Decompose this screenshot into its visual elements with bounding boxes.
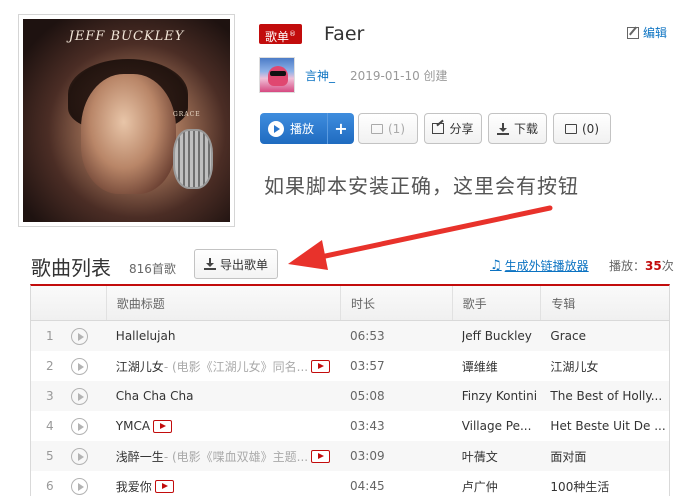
row-index: 2 <box>46 359 54 373</box>
col-title: 歌曲标题 <box>105 286 340 320</box>
song-title[interactable]: 浅醉一生 <box>116 448 164 465</box>
outlink-label: 生成外链播放器 <box>504 259 589 273</box>
table-row: 3 Cha Cha Cha 05:08 Finzy Kontini The Best o… <box>31 381 669 411</box>
row-index: 6 <box>46 479 54 493</box>
artist-cell: Finzy Kontini <box>452 381 541 411</box>
title-cell: 我爱你 <box>106 471 340 496</box>
table-row: 4 YMCA 03:43 Village Pe... Het Beste Uit De … <box>31 411 669 441</box>
play-count-value: 35 <box>645 259 662 273</box>
album-cell: Grace <box>540 321 669 351</box>
row-index: 5 <box>46 449 54 463</box>
duration-cell: 03:09 <box>350 449 385 463</box>
album-link[interactable]: 100种生活 <box>550 478 609 495</box>
song-alias: - (电影《江湖儿女》同名... <box>163 359 309 374</box>
album-link[interactable]: Het Beste Uit De ... <box>550 419 665 433</box>
play-song-icon[interactable] <box>70 357 88 375</box>
play-count-unit: 次 <box>661 259 674 273</box>
title-cell: 江湖儿女 - (电影《江湖儿女》同名... <box>106 351 340 381</box>
artist-cell: 叶蒨文 <box>452 441 541 471</box>
play-song-icon[interactable] <box>70 327 88 345</box>
play-count: 播放：35次 <box>609 257 674 274</box>
title-cell: 浅醉一生 - (电影《喋血双雄》主题... <box>106 441 340 471</box>
song-table: 歌曲标题 时长 歌手 专辑 1 Hallelujah 06:53 Jeff Buckl… <box>30 284 670 496</box>
duration-cell: 04:45 <box>350 479 385 493</box>
export-label: 导出歌单 <box>219 257 268 272</box>
song-list-title: 歌曲列表 <box>31 256 111 280</box>
song-count: 816首歌 <box>129 262 176 276</box>
album-link[interactable]: The Best of Holly... <box>550 389 662 403</box>
song-title[interactable]: YMCA <box>116 419 150 433</box>
play-count-label: 播放： <box>609 259 646 273</box>
annotation-arrow-head <box>288 240 328 270</box>
table-row: 1 Hallelujah 06:53 Jeff Buckley Grace <box>31 321 669 351</box>
song-alias: - (电影《喋血双雄》主题... <box>163 449 309 464</box>
album-link[interactable]: 江湖儿女 <box>550 358 598 375</box>
col-artist: 歌手 <box>451 286 541 320</box>
title-cell: Hallelujah <box>106 321 340 351</box>
mv-icon[interactable] <box>153 419 173 433</box>
song-title[interactable]: Hallelujah <box>116 329 176 343</box>
album-cell: The Best of Holly... <box>540 381 669 411</box>
play-song-icon[interactable] <box>70 417 88 435</box>
table-row: 5 浅醉一生 - (电影《喋血双雄》主题... 03:09 叶蒨文 面对面 <box>31 441 669 471</box>
artist-cell: 卢广仲 <box>452 471 541 496</box>
title-cell: YMCA <box>106 411 340 441</box>
index-cell: 1 <box>31 321 106 351</box>
artist-link[interactable]: Village Pe... <box>462 419 532 433</box>
duration-cell: 06:53 <box>350 329 385 343</box>
duration-cell: 03:43 <box>350 419 385 433</box>
index-cell: 6 <box>31 471 106 496</box>
artist-link[interactable]: 叶蒨文 <box>462 448 498 465</box>
play-song-icon[interactable] <box>70 477 88 495</box>
table-body: 1 Hallelujah 06:53 Jeff Buckley Grace 2 江湖儿女 -… <box>31 321 669 496</box>
generate-outlink-player-link[interactable]: ♫ 生成外链播放器 <box>490 257 589 274</box>
song-title[interactable]: 江湖儿女 <box>116 358 164 375</box>
artist-link[interactable]: 卢广仲 <box>462 478 498 495</box>
album-link[interactable]: 面对面 <box>550 448 586 465</box>
album-cell: 面对面 <box>540 441 669 471</box>
artist-link[interactable]: Finzy Kontini <box>462 389 537 403</box>
album-cell: 100种生活 <box>540 471 669 496</box>
col-album: 专辑 <box>540 286 669 320</box>
table-header: 歌曲标题 时长 歌手 专辑 <box>31 286 669 321</box>
song-title[interactable]: 我爱你 <box>116 478 152 495</box>
index-cell: 3 <box>31 381 106 411</box>
mv-icon[interactable] <box>311 359 331 373</box>
album-cell: 江湖儿女 <box>540 351 669 381</box>
table-row: 6 我爱你 04:45 卢广仲 100种生活 <box>31 471 669 496</box>
table-row: 2 江湖儿女 - (电影《江湖儿女》同名... 03:57 谭维维 江湖儿女 <box>31 351 669 381</box>
annotation-arrow-shaft <box>313 205 553 261</box>
index-cell: 5 <box>31 441 106 471</box>
mv-icon[interactable] <box>311 449 331 463</box>
album-link[interactable]: Grace <box>550 329 586 343</box>
artist-cell: 谭维维 <box>452 351 541 381</box>
export-playlist-button[interactable]: 导出歌单 <box>194 249 278 279</box>
export-icon <box>203 258 216 270</box>
col-duration: 时长 <box>340 286 452 320</box>
album-cell: Het Beste Uit De ... <box>540 411 669 441</box>
duration-cell: 05:08 <box>350 389 385 403</box>
row-index: 3 <box>46 389 54 403</box>
music-note-icon: ♫ <box>490 258 502 273</box>
mv-icon[interactable] <box>154 479 174 493</box>
row-index: 4 <box>46 419 54 433</box>
col-index <box>31 286 106 320</box>
index-cell: 2 <box>31 351 106 381</box>
index-cell: 4 <box>31 411 106 441</box>
row-index: 1 <box>46 329 54 343</box>
artist-link[interactable]: Jeff Buckley <box>462 329 532 343</box>
artist-cell: Village Pe... <box>452 411 541 441</box>
artist-cell: Jeff Buckley <box>452 321 541 351</box>
song-title[interactable]: Cha Cha Cha <box>116 389 194 403</box>
artist-link[interactable]: 谭维维 <box>462 358 498 375</box>
title-cell: Cha Cha Cha <box>106 381 340 411</box>
play-song-icon[interactable] <box>70 387 88 405</box>
play-song-icon[interactable] <box>70 447 88 465</box>
duration-cell: 03:57 <box>350 359 385 373</box>
